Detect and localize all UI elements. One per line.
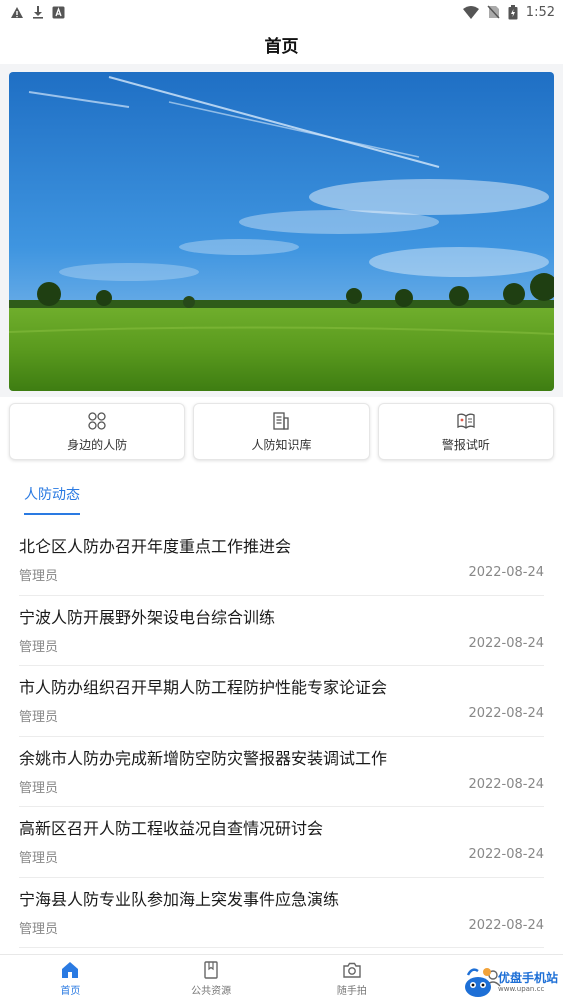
watermark-logo: 优盘手机站 www.upan.cc [460, 964, 563, 1000]
news-date: 2022-08-24 [468, 635, 544, 651]
home-icon [62, 962, 79, 978]
quick-link-label: 身边的人防 [67, 437, 128, 452]
news-item[interactable]: 宁波人防开展野外架设电台综合训练 管理员 2022-08-24 [19, 596, 544, 666]
page-title: 首页 [264, 36, 299, 57]
news-title: 余姚市人防办完成新增防空防灾警报器安装调试工作 [19, 748, 388, 768]
news-author: 管理员 [19, 710, 59, 725]
news-meta: 管理员 2022-08-24 [19, 847, 544, 866]
status-system: 1:52 [462, 4, 555, 20]
news-title: 高新区召开人防工程收益况自查情况研讨会 [19, 819, 324, 838]
quick-link-label: 人防知识库 [251, 437, 312, 452]
news-author: 管理员 [19, 851, 59, 866]
download-icon [33, 6, 43, 19]
news-date: 2022-08-24 [468, 847, 544, 862]
status-notifications [10, 5, 65, 19]
font-app-icon [52, 6, 65, 18]
nav-label: 首页 [60, 986, 81, 997]
news-date: 2022-08-24 [468, 917, 544, 933]
news-author: 管理员 [19, 921, 59, 937]
news-meta: 管理员 2022-08-24 [19, 636, 544, 655]
no-sim-icon [487, 5, 500, 19]
news-title: 宁海县人防专业队参加海上突发事件应急演练 [19, 889, 340, 909]
banner-image[interactable] [9, 72, 554, 391]
quick-link-knowledge[interactable]: 人防知识库 [193, 403, 370, 460]
grid-circles-icon [88, 411, 106, 430]
news-author: 管理员 [19, 639, 59, 655]
news-item[interactable]: 宁海县人防专业队参加海上突发事件应急演练 管理员 2022-08-24 [19, 878, 544, 948]
news-list: 北仑区人防办召开年度重点工作推进会 管理员 2022-08-24 宁波人防开展野… [0, 515, 563, 948]
nav-label: 随手拍 [336, 986, 367, 997]
book-icon [204, 961, 218, 979]
nav-label: 公共资源 [191, 986, 232, 997]
news-date: 2022-08-24 [468, 776, 544, 792]
watermark-title: 优盘手机站 [498, 970, 559, 985]
news-meta: 管理员 2022-08-24 [19, 918, 544, 937]
status-bar: 1:52 [0, 0, 563, 24]
document-list-icon [273, 411, 290, 430]
news-title: 宁波人防开展野外架设电台综合训练 [19, 607, 276, 627]
battery-icon [508, 4, 518, 19]
watermark-mascot-icon [465, 968, 491, 997]
wifi-icon [462, 5, 479, 19]
news-author: 管理员 [19, 569, 59, 584]
nav-snapshot[interactable]: 随手拍 [282, 955, 423, 1002]
news-author: 管理员 [19, 780, 59, 796]
news-meta: 管理员 2022-08-24 [19, 706, 544, 725]
watermark-url: www.upan.cc [498, 984, 545, 993]
quick-link-label: 警报试听 [441, 437, 490, 452]
news-item[interactable]: 市人防办组织召开早期人防工程防护性能专家论证会 管理员 2022-08-24 [19, 666, 544, 737]
nav-public-resources[interactable]: 公共资源 [141, 955, 282, 1002]
quick-links: 身边的人防 人防知识库 警报试听 [0, 397, 563, 460]
news-item[interactable]: 余姚市人防办完成新增防空防灾警报器安装调试工作 管理员 2022-08-24 [19, 737, 544, 807]
news-meta: 管理员 2022-08-24 [19, 777, 544, 796]
tab-civil-defense-news[interactable]: 人防动态 [24, 484, 80, 515]
quick-link-nearby[interactable]: 身边的人防 [9, 403, 186, 460]
news-meta: 管理员 2022-08-24 [19, 565, 544, 584]
book-open-icon [457, 413, 475, 429]
app-bar: 首页 [0, 24, 563, 64]
section-tabs: 人防动态 [0, 460, 563, 515]
warning-icon [11, 6, 23, 18]
status-time: 1:52 [525, 4, 555, 20]
nav-home[interactable]: 首页 [0, 955, 141, 1002]
news-title: 北仑区人防办召开年度重点工作推进会 [19, 537, 292, 556]
news-date: 2022-08-24 [468, 565, 544, 580]
news-item[interactable]: 高新区召开人防工程收益况自查情况研讨会 管理员 2022-08-24 [19, 807, 544, 878]
quick-link-alarm[interactable]: 警报试听 [377, 403, 554, 460]
news-date: 2022-08-24 [468, 706, 544, 721]
camera-icon [343, 962, 361, 978]
news-title: 市人防办组织召开早期人防工程防护性能专家论证会 [19, 678, 388, 697]
news-item[interactable]: 北仑区人防办召开年度重点工作推进会 管理员 2022-08-24 [19, 525, 544, 596]
banner-container [0, 64, 563, 397]
